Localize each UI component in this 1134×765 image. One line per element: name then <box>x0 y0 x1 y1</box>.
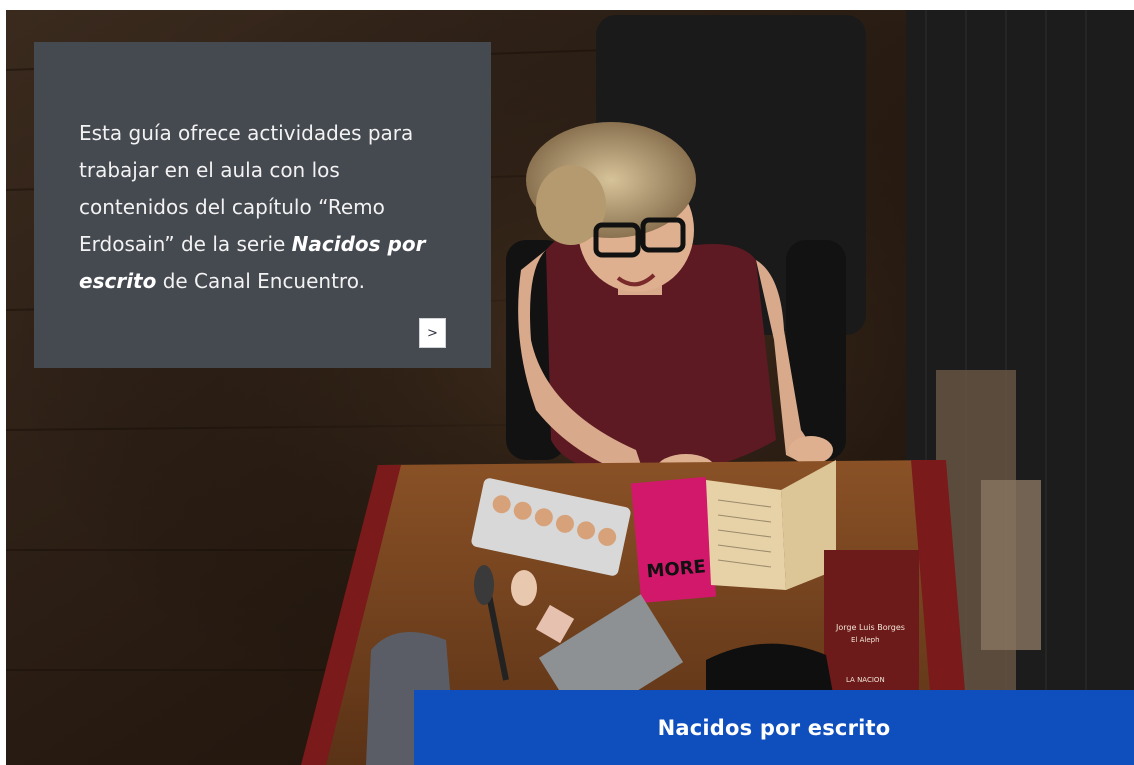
series-title: Nacidos por escrito <box>657 715 891 740</box>
svg-text:El Aleph: El Aleph <box>851 636 880 644</box>
svg-text:Jorge Luis Borges: Jorge Luis Borges <box>835 623 905 632</box>
guide-intro-text: Esta guía ofrece actividades para trabaj… <box>79 115 451 300</box>
guide-intro-card: Esta guía ofrece actividades para trabaj… <box>34 42 491 368</box>
series-title-banner[interactable]: Nacidos por escrito <box>414 690 1134 765</box>
intro-text-end: de Canal Encuentro. <box>156 269 365 293</box>
hero-photo: MORE Jorge Luis Borges El Aleph LA NACIO… <box>6 10 1134 765</box>
svg-text:LA NACION: LA NACION <box>846 676 885 684</box>
next-arrow-button[interactable]: > <box>419 318 446 348</box>
